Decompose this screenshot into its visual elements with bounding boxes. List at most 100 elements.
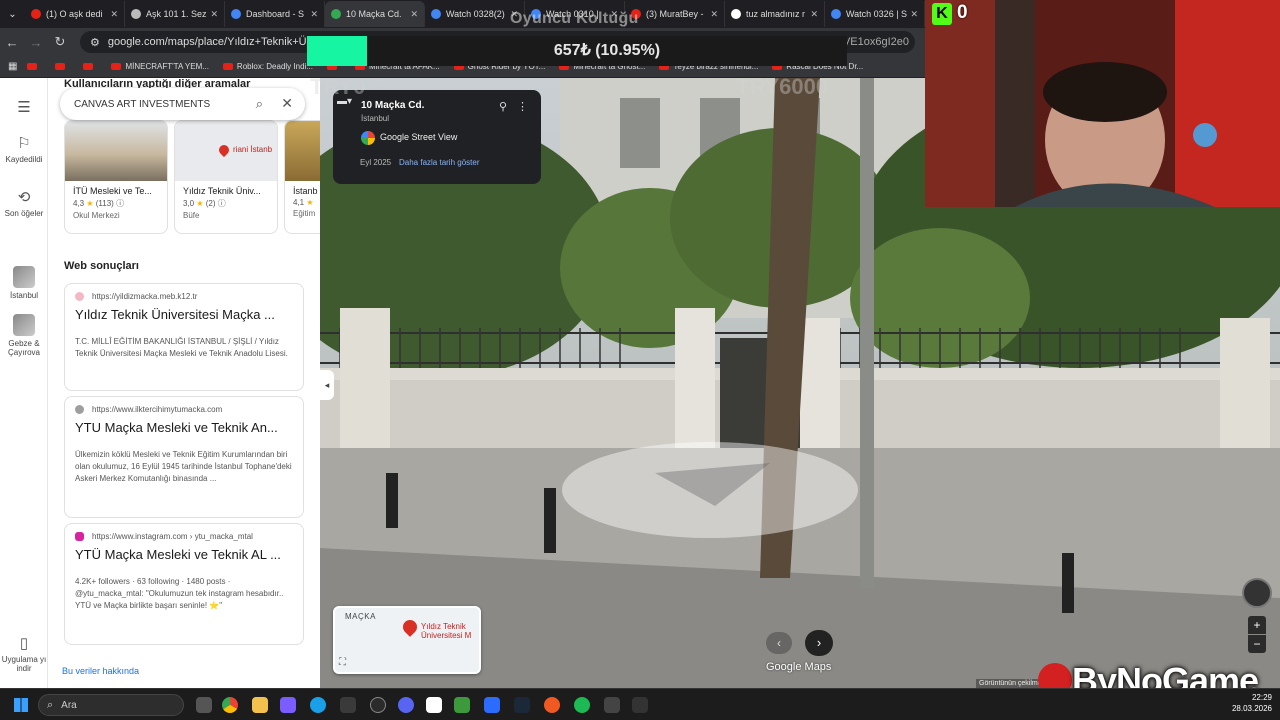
more-options-icon[interactable]: ⋮ [517, 100, 528, 113]
tab-close-icon[interactable]: ✕ [410, 9, 418, 20]
app-icon[interactable] [604, 697, 620, 713]
compass-icon[interactable] [1242, 578, 1272, 608]
menu-button[interactable]: ☰ [0, 98, 48, 119]
location-pin-icon[interactable]: ⚲ [499, 100, 507, 113]
web-result[interactable]: https://www.instagram.com › ytu_macka_mt… [64, 523, 304, 645]
search-icon[interactable]: ⌕ [256, 96, 263, 112]
bookmark-item[interactable] [83, 62, 97, 71]
youtube-icon [55, 63, 66, 70]
recent-gebze[interactable]: Gebze & Çayırova [0, 314, 48, 357]
result-title[interactable]: Yıldız Teknik Üniversitesi Maçka ... [75, 307, 293, 322]
forward-arrow-icon[interactable]: → [24, 35, 48, 50]
bookmark-label: Roblox: Deadly Indi... [236, 62, 313, 71]
result-title[interactable]: YTÜ Maçka Mesleki ve Teknik AL ... [75, 547, 293, 562]
browser-tab[interactable]: Aşk 101 1. Sez ✕ [125, 1, 225, 27]
site-favicon-icon [75, 405, 84, 414]
result-source: https://yildizmacka.meb.k12.tr [75, 292, 293, 301]
tab-title: (3) MuratBey - [646, 9, 704, 19]
web-results-title: Web sonuçları [64, 260, 139, 272]
maps-left-rail: ☰ ⚐ Kaydedildi ⟲ Son öğeler İstanbul Geb… [0, 78, 48, 688]
tab-close-icon[interactable]: ✕ [210, 9, 218, 20]
app-icon[interactable] [280, 697, 296, 713]
bookmark-item[interactable] [55, 62, 69, 71]
windows-taskbar: ⌕ Ara [0, 688, 1280, 720]
tab-close-icon[interactable]: ✕ [110, 9, 118, 20]
steam-icon[interactable] [514, 697, 530, 713]
app-icon[interactable] [340, 697, 356, 713]
windows-start-icon[interactable] [14, 698, 28, 712]
result-description: T.C. MİLLÎ EĞİTİM BAKANLIĞI İSTANBUL / Ş… [75, 337, 288, 358]
card-photo [285, 121, 320, 181]
expand-icon[interactable]: ⛶ [339, 657, 346, 668]
search-icon: ⌕ [47, 698, 54, 711]
capture-date: Eyl 2025 [360, 158, 392, 167]
browser-tab[interactable]: Watch 0326 | S ✕ [825, 1, 925, 27]
collapse-panel-button[interactable]: ◂ [320, 370, 334, 400]
tab-title: tuz almadınız r [746, 9, 806, 19]
search-input[interactable]: CANVAS ART INVESTMENTS [74, 99, 210, 110]
result-description: 4.2K+ followers · 63 following · 1480 po… [75, 577, 284, 610]
related-card[interactable]: İTÜ Mesleki ve Te... 4,3 ★ (113) ⓘ Okul … [64, 120, 168, 234]
search-box[interactable]: CANVAS ART INVESTMENTS ⌕ ✕ [60, 88, 305, 120]
map-pin-icon [216, 142, 232, 158]
rating-value: 4,3 [73, 199, 85, 208]
card-name: İTÜ Mesleki ve Te... [73, 186, 152, 196]
zoom-out-button[interactable]: − [1248, 635, 1266, 653]
street-view-minimap[interactable]: MAÇKA Yıldız Teknik Üniversitesi M ⛶ [333, 606, 481, 674]
minecraft-icon[interactable] [454, 697, 470, 713]
app-icon[interactable] [632, 697, 648, 713]
browser-tab[interactable]: (1) O aşk dedi ✕ [25, 1, 125, 27]
web-result[interactable]: https://yildizmacka.meb.k12.tr Yıldız Te… [64, 283, 304, 391]
back-arrow-icon[interactable]: ← [0, 35, 24, 50]
browser-tab[interactable]: tuz almadınız r ✕ [725, 1, 825, 27]
file-explorer-icon[interactable] [252, 697, 268, 713]
tab-close-icon[interactable]: ✕ [810, 9, 818, 20]
discord-icon[interactable] [398, 697, 414, 713]
result-title[interactable]: YTU Maçka Mesleki ve Teknik An... [75, 420, 293, 435]
previous-arrow-button[interactable]: ‹ [766, 632, 792, 654]
related-card[interactable]: İstanb 4,1 ★ Eğitim [284, 120, 320, 234]
task-view-icon[interactable] [196, 697, 212, 713]
street-view-footer[interactable]: Görüntünün çekilme [976, 679, 1045, 688]
saved-button[interactable]: ⚐ Kaydedildi [0, 134, 48, 164]
recent-istanbul[interactable]: İstanbul [0, 266, 48, 300]
rating-count: (113) [95, 199, 114, 208]
taskbar-search-placeholder: Ara [61, 699, 77, 711]
istanbul-thumbnail [13, 266, 35, 288]
related-card[interactable]: riani İstanb Yıldız Teknik Üniv... 3,0 ★… [174, 120, 278, 234]
taskbar-search[interactable]: ⌕ Ara [38, 694, 184, 716]
reload-icon[interactable]: ↻ [48, 34, 72, 50]
browser-tab[interactable]: 10 Maçka Cd. ✕ [325, 1, 425, 27]
edge-icon[interactable] [310, 697, 326, 713]
obs-icon[interactable] [370, 697, 386, 713]
recent-button[interactable]: ⟲ Son öğeler [0, 188, 48, 218]
about-data-link[interactable]: Bu veriler hakkında [62, 666, 139, 676]
taskbar-clock[interactable]: 22:29 28.03.2026 [1222, 692, 1272, 714]
bookmark-item[interactable] [27, 62, 41, 71]
rating-count: (2) [205, 199, 216, 208]
chrome-icon[interactable] [222, 697, 238, 713]
zoom-in-button[interactable]: + [1248, 616, 1266, 634]
tab-close-icon[interactable]: ✕ [710, 9, 718, 20]
tab-favicon-icon [331, 9, 341, 19]
more-dates-link[interactable]: Daha fazla tarih göster [399, 158, 480, 167]
spotify-icon[interactable] [574, 697, 590, 713]
get-app-button[interactable]: ▯ Uygulama yı indir [0, 634, 48, 673]
next-arrow-button[interactable]: › [805, 630, 833, 656]
card-category: Eğitim [293, 209, 316, 218]
app-icon[interactable] [484, 697, 500, 713]
tab-search-icon[interactable]: ⌄ [0, 0, 25, 28]
close-icon[interactable]: ✕ [281, 95, 293, 112]
ea-icon[interactable] [544, 697, 560, 713]
browser-tab[interactable]: Dashboard - S ✕ [225, 1, 325, 27]
tab-close-icon[interactable]: ✕ [310, 9, 318, 20]
apps-grid-icon[interactable]: ▦ [8, 61, 17, 72]
tab-close-icon[interactable]: ✕ [910, 9, 918, 20]
bookmark-item[interactable]: MİNECRAFT'TA YEM... [111, 62, 209, 71]
browser-tab[interactable]: (3) MuratBey - ✕ [625, 1, 725, 27]
tab-strip: ⌄ (1) O aşk dedi ✕ Aşk 101 1. Sez ✕ Dashboar… [0, 0, 925, 28]
site-info-icon[interactable]: ⚙ [90, 36, 100, 49]
web-result[interactable]: https://www.ilktercihimytumacka.com YTU … [64, 396, 304, 518]
bookmark-item[interactable]: Roblox: Deadly Indi... [222, 62, 313, 71]
capcut-icon[interactable] [426, 697, 442, 713]
